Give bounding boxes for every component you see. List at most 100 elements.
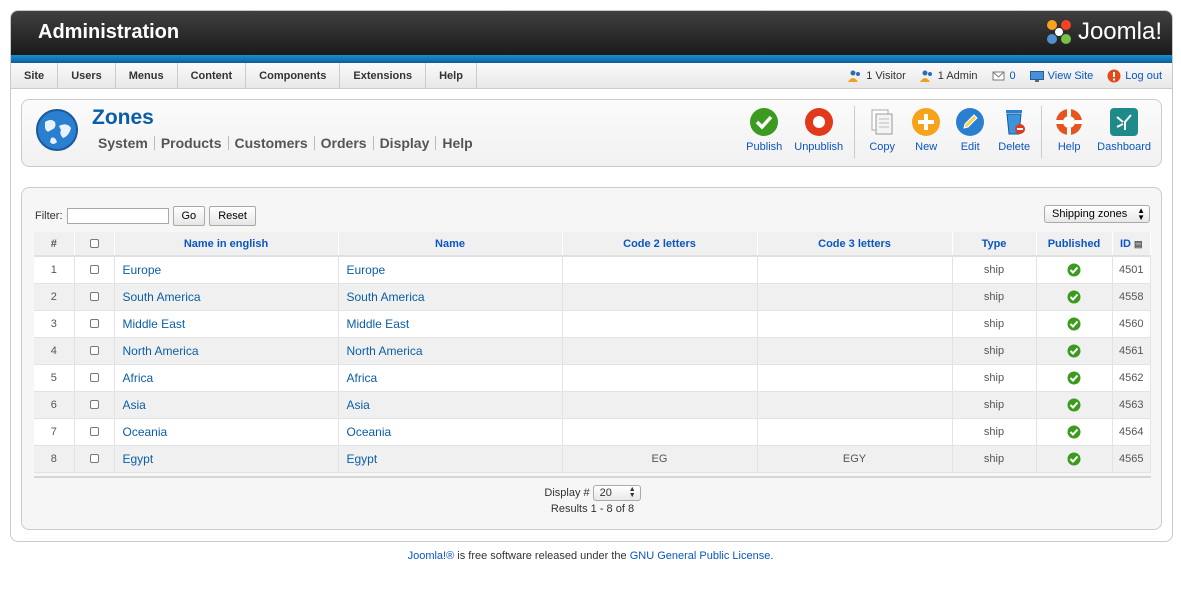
row-checkbox[interactable] <box>89 373 99 383</box>
row-checkbox[interactable] <box>89 454 99 464</box>
menu-menus[interactable]: Menus <box>116 63 178 89</box>
logout-link[interactable]: Log out <box>1107 69 1162 83</box>
zone-link[interactable]: Egypt <box>123 452 154 466</box>
zone-name-link[interactable]: Oceania <box>347 425 392 439</box>
table-row: 8 Egypt Egypt EG EGY ship 4565 <box>34 445 1151 473</box>
zone-name-link[interactable]: South America <box>347 290 425 304</box>
unpublish-label: Unpublish <box>794 141 844 153</box>
col-id[interactable]: ID ▤ <box>1112 232 1151 257</box>
row-num: 5 <box>34 364 75 392</box>
published-check-icon[interactable] <box>1067 263 1081 277</box>
zone-name-link[interactable]: Africa <box>347 371 378 385</box>
row-code3 <box>757 256 953 284</box>
col-id-label: ID <box>1119 237 1131 250</box>
published-check-icon[interactable] <box>1067 452 1081 466</box>
row-checkbox[interactable] <box>89 265 99 275</box>
row-checkbox[interactable] <box>89 292 99 302</box>
row-checkbox[interactable] <box>89 346 99 356</box>
copy-button[interactable]: Copy <box>860 106 904 162</box>
dashboard-button[interactable]: Dashboard <box>1091 106 1157 162</box>
zones-table: # Name in english Name Code 2 letters Co… <box>34 232 1151 473</box>
zone-link[interactable]: Africa <box>123 371 154 385</box>
zone-name-link[interactable]: Europe <box>347 263 386 277</box>
main-menu-bar: Site Users Menus Content Components Exte… <box>11 63 1172 89</box>
zone-link[interactable]: Oceania <box>123 425 168 439</box>
col-published[interactable]: Published <box>1036 232 1113 257</box>
zone-link[interactable]: Middle East <box>123 317 186 331</box>
row-checkbox[interactable] <box>89 319 99 329</box>
display-limit-select[interactable]: 20 ▲ ▼ <box>592 485 641 501</box>
go-button[interactable]: Go <box>172 206 206 226</box>
pagination: Display # 20 ▲ ▼ Results 1 - 8 of 8 <box>34 476 1151 518</box>
col-name[interactable]: Name <box>338 232 563 257</box>
submenu-orders[interactable]: Orders <box>315 136 374 150</box>
zone-link[interactable]: Europe <box>123 263 162 277</box>
content-panel: Filter: Go Reset Shipping zones ▲ ▼ # Nam… <box>21 187 1162 530</box>
zone-link[interactable]: North America <box>123 344 199 358</box>
menu-extensions[interactable]: Extensions <box>340 63 427 89</box>
row-published <box>1036 364 1113 392</box>
col-num: # <box>34 232 75 257</box>
filter-input[interactable] <box>66 208 169 224</box>
zone-name-link[interactable]: Egypt <box>347 452 378 466</box>
row-published <box>1036 283 1113 311</box>
header-bar: Administration Joomla! <box>11 11 1172 55</box>
help-button[interactable]: Help <box>1047 106 1091 162</box>
zone-name-link[interactable]: Middle East <box>347 317 410 331</box>
col-name-english[interactable]: Name in english <box>114 232 339 257</box>
row-code2 <box>562 364 758 392</box>
zone-name-link[interactable]: Asia <box>347 398 370 412</box>
published-check-icon[interactable] <box>1067 290 1081 304</box>
published-check-icon[interactable] <box>1067 371 1081 385</box>
unpublish-button[interactable]: Unpublish <box>788 106 849 162</box>
col-code3[interactable]: Code 3 letters <box>757 232 953 257</box>
submenu-products[interactable]: Products <box>155 136 229 150</box>
submenu-system[interactable]: System <box>98 136 155 150</box>
unpublish-icon <box>804 108 833 136</box>
new-button[interactable]: New <box>904 106 948 162</box>
col-type[interactable]: Type <box>952 232 1037 257</box>
view-site-link[interactable]: View Site <box>1029 70 1094 82</box>
messages-status[interactable]: 0 <box>992 70 1016 82</box>
zone-link[interactable]: South America <box>123 290 201 304</box>
row-id: 4501 <box>1112 256 1151 284</box>
row-name: Oceania <box>338 418 563 446</box>
monitor-icon <box>1029 70 1044 82</box>
published-check-icon[interactable] <box>1067 344 1081 358</box>
select-all-checkbox[interactable] <box>89 239 99 249</box>
col-code2[interactable]: Code 2 letters <box>562 232 758 257</box>
messages-count[interactable]: 0 <box>1010 70 1016 82</box>
view-site-text[interactable]: View Site <box>1048 70 1094 82</box>
copy-icon <box>871 109 893 135</box>
toolbar-divider <box>1041 106 1043 158</box>
delete-button[interactable]: Delete <box>992 106 1036 162</box>
zone-link[interactable]: Asia <box>123 398 146 412</box>
submenu-display[interactable]: Display <box>374 136 437 150</box>
menu-users[interactable]: Users <box>58 63 116 89</box>
logout-text[interactable]: Log out <box>1125 70 1162 82</box>
row-select <box>74 337 115 365</box>
submenu-help[interactable]: Help <box>436 136 478 150</box>
published-check-icon[interactable] <box>1067 398 1081 412</box>
zone-name-link[interactable]: North America <box>347 344 423 358</box>
joomla-logo: Joomla! <box>1044 17 1162 47</box>
menu-components[interactable]: Components <box>246 63 341 89</box>
license-link[interactable]: GNU General Public License <box>630 550 771 562</box>
menu-site[interactable]: Site <box>11 63 59 89</box>
menu-content[interactable]: Content <box>178 63 247 89</box>
row-checkbox[interactable] <box>89 400 99 410</box>
row-checkbox[interactable] <box>89 427 99 437</box>
edit-button[interactable]: Edit <box>948 106 992 162</box>
submenu-customers[interactable]: Customers <box>229 136 315 150</box>
publish-button[interactable]: Publish <box>740 106 788 162</box>
reset-button[interactable]: Reset <box>209 206 256 226</box>
row-name: South America <box>338 283 563 311</box>
row-id: 4560 <box>1112 310 1151 338</box>
zone-type-select[interactable]: Shipping zones ▲ ▼ <box>1044 205 1150 223</box>
joomla-link[interactable]: Joomla!® <box>408 550 455 562</box>
published-check-icon[interactable] <box>1067 425 1081 439</box>
row-name-english: Middle East <box>114 310 339 338</box>
published-check-icon[interactable] <box>1067 317 1081 331</box>
menu-help[interactable]: Help <box>426 63 477 89</box>
toolbar-divider <box>854 106 856 158</box>
